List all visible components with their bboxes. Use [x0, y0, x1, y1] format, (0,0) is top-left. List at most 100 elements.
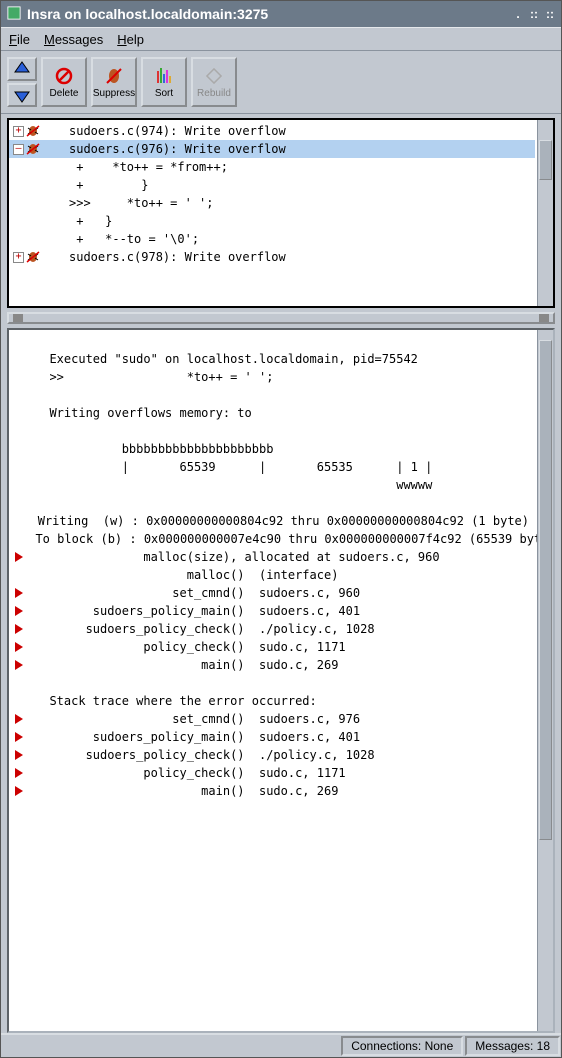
message-list-pane[interactable]: + sudoers.c(974): Write overflow –sudoers.… [7, 118, 555, 308]
maximize-icon[interactable]: :: [529, 7, 539, 21]
row-text: + *to++ = *from++; [69, 160, 228, 174]
stack-frame-row[interactable]: policy_check() sudo.c, 1171 [9, 764, 535, 782]
detail-text: Writing (w) : 0x00000000000804c92 thru 0… [23, 514, 529, 528]
stack-frame-row[interactable]: sudoers_policy_main() sudoers.c, 401 [9, 728, 535, 746]
main-panes: + sudoers.c(974): Write overflow –sudoers.… [1, 114, 561, 1033]
code-row[interactable]: >>> *to++ = ' '; [9, 194, 535, 212]
expand-icon[interactable]: + [13, 252, 24, 263]
delete-button[interactable]: Delete [41, 57, 87, 107]
triangle-icon[interactable] [15, 660, 23, 670]
detail-text: Writing overflows memory: to [35, 406, 252, 420]
sort-label: Sort [155, 88, 173, 99]
detail-text: wwwww [35, 478, 432, 492]
detail-gutter [15, 786, 29, 796]
stack-frame-row[interactable]: malloc(size), allocated at sudoers.c, 96… [9, 548, 535, 566]
detail-gutter [15, 660, 29, 670]
menubar: File Messages Help [1, 27, 561, 51]
row-text: + *--to = '\0'; [69, 232, 199, 246]
triangle-icon[interactable] [15, 642, 23, 652]
status-connections: Connections: None [341, 1036, 463, 1056]
detail-text: | 65539 | 65535 | 1 | [35, 460, 432, 474]
stack-frame-row[interactable]: main() sudo.c, 269 [9, 656, 535, 674]
scrollbar[interactable] [537, 120, 553, 306]
collapse-icon[interactable]: – [13, 144, 24, 155]
stack-frame-row[interactable]: policy_check() sudo.c, 1171 [9, 638, 535, 656]
statusbar: Connections: None Messages: 18 [1, 1033, 561, 1057]
detail-text-row: >> *to++ = ' '; [9, 368, 535, 386]
detail-text: policy_check() sudo.c, 1171 [35, 766, 346, 780]
detail-text: To block (b) : 0x000000000007e4c90 thru … [21, 532, 555, 546]
detail-text-row: Writing (w) : 0x00000000000804c92 thru 0… [9, 512, 535, 530]
detail-text: malloc(size), allocated at sudoers.c, 96… [35, 550, 440, 564]
detail-gutter [15, 732, 29, 742]
triangle-icon[interactable] [15, 624, 23, 634]
pane-splitter[interactable] [7, 312, 555, 324]
rebuild-button[interactable]: Rebuild [191, 57, 237, 107]
stack-frame-row[interactable]: sudoers_policy_check() ./policy.c, 1028 [9, 746, 535, 764]
app-window: Insra on localhost.localdomain:3275 . ::… [0, 0, 562, 1058]
row-gutter[interactable]: – [13, 142, 63, 156]
code-row[interactable]: + *--to = '\0'; [9, 230, 535, 248]
detail-gutter [15, 642, 29, 652]
code-row[interactable]: + } [9, 176, 535, 194]
detail-gutter [15, 552, 29, 562]
expand-icon[interactable]: + [13, 126, 24, 137]
stack-frame-row[interactable]: set_cmnd() sudoers.c, 976 [9, 710, 535, 728]
detail-text-row: Writing overflows memory: to [9, 404, 535, 422]
detail-text: sudoers_policy_main() sudoers.c, 401 [35, 730, 360, 744]
menu-messages[interactable]: Messages [44, 32, 103, 47]
stack-frame-row[interactable]: sudoers_policy_check() ./policy.c, 1028 [9, 620, 535, 638]
row-gutter[interactable]: + [13, 250, 63, 264]
code-row[interactable]: + *to++ = *from++; [9, 158, 535, 176]
error-row[interactable]: –sudoers.c(976): Write overflow [9, 140, 535, 158]
error-row[interactable]: + sudoers.c(974): Write overflow [9, 122, 535, 140]
window-title: Insra on localhost.localdomain:3275 [27, 6, 268, 22]
row-gutter[interactable]: + [13, 124, 63, 138]
menu-file[interactable]: File [9, 32, 30, 47]
detail-pane[interactable]: Executed "sudo" on localhost.localdomain… [7, 328, 555, 1033]
detail-text: set_cmnd() sudoers.c, 960 [35, 586, 360, 600]
detail-text-row: To block (b) : 0x000000000007e4c90 thru … [9, 530, 535, 548]
minimize-icon[interactable]: . [513, 7, 523, 21]
stack-frame-row[interactable]: sudoers_policy_main() sudoers.c, 401 [9, 602, 535, 620]
detail-text-row: bbbbbbbbbbbbbbbbbbbbb [9, 440, 535, 458]
triangle-icon[interactable] [15, 786, 23, 796]
detail-text: set_cmnd() sudoers.c, 976 [35, 712, 360, 726]
detail-text-row: Stack trace where the error occurred: [9, 692, 535, 710]
suppress-label: Suppress [93, 88, 135, 99]
bug-icon [26, 124, 40, 138]
scrollbar[interactable] [537, 330, 553, 1031]
row-text: sudoers.c(974): Write overflow [69, 124, 286, 138]
triangle-icon[interactable] [15, 714, 23, 724]
nav-down-button[interactable] [7, 83, 37, 107]
delete-label: Delete [50, 88, 79, 99]
detail-text: sudoers_policy_check() ./policy.c, 1028 [35, 748, 375, 762]
suppress-button[interactable]: Suppress [91, 57, 137, 107]
detail-text: sudoers_policy_main() sudoers.c, 401 [35, 604, 360, 618]
menu-help[interactable]: Help [117, 32, 144, 47]
triangle-icon[interactable] [15, 732, 23, 742]
triangle-icon[interactable] [15, 588, 23, 598]
triangle-icon[interactable] [15, 750, 23, 760]
detail-text: main() sudo.c, 269 [35, 784, 338, 798]
detail-text: Executed "sudo" on localhost.localdomain… [35, 352, 418, 366]
titlebar[interactable]: Insra on localhost.localdomain:3275 . ::… [1, 1, 561, 27]
detail-text-row: malloc() (interface) [9, 566, 535, 584]
nav-up-button[interactable] [7, 57, 37, 81]
detail-text: main() sudo.c, 269 [35, 658, 338, 672]
triangle-icon[interactable] [15, 606, 23, 616]
code-row[interactable]: + } [9, 212, 535, 230]
sort-button[interactable]: Sort [141, 57, 187, 107]
detail-text-row: Executed "sudo" on localhost.localdomain… [9, 350, 535, 368]
stack-frame-row[interactable]: set_cmnd() sudoers.c, 960 [9, 584, 535, 602]
detail-text: policy_check() sudo.c, 1171 [35, 640, 346, 654]
detail-text-row: | 65539 | 65535 | 1 | [9, 458, 535, 476]
row-text: + } [69, 178, 148, 192]
close-icon[interactable]: :: [545, 7, 555, 21]
stack-frame-row[interactable]: main() sudo.c, 269 [9, 782, 535, 800]
triangle-icon[interactable] [15, 552, 23, 562]
error-row[interactable]: +sudoers.c(978): Write overflow [9, 248, 535, 266]
detail-text: malloc() (interface) [35, 568, 338, 582]
triangle-icon[interactable] [15, 768, 23, 778]
row-text: >>> *to++ = ' '; [69, 196, 214, 210]
